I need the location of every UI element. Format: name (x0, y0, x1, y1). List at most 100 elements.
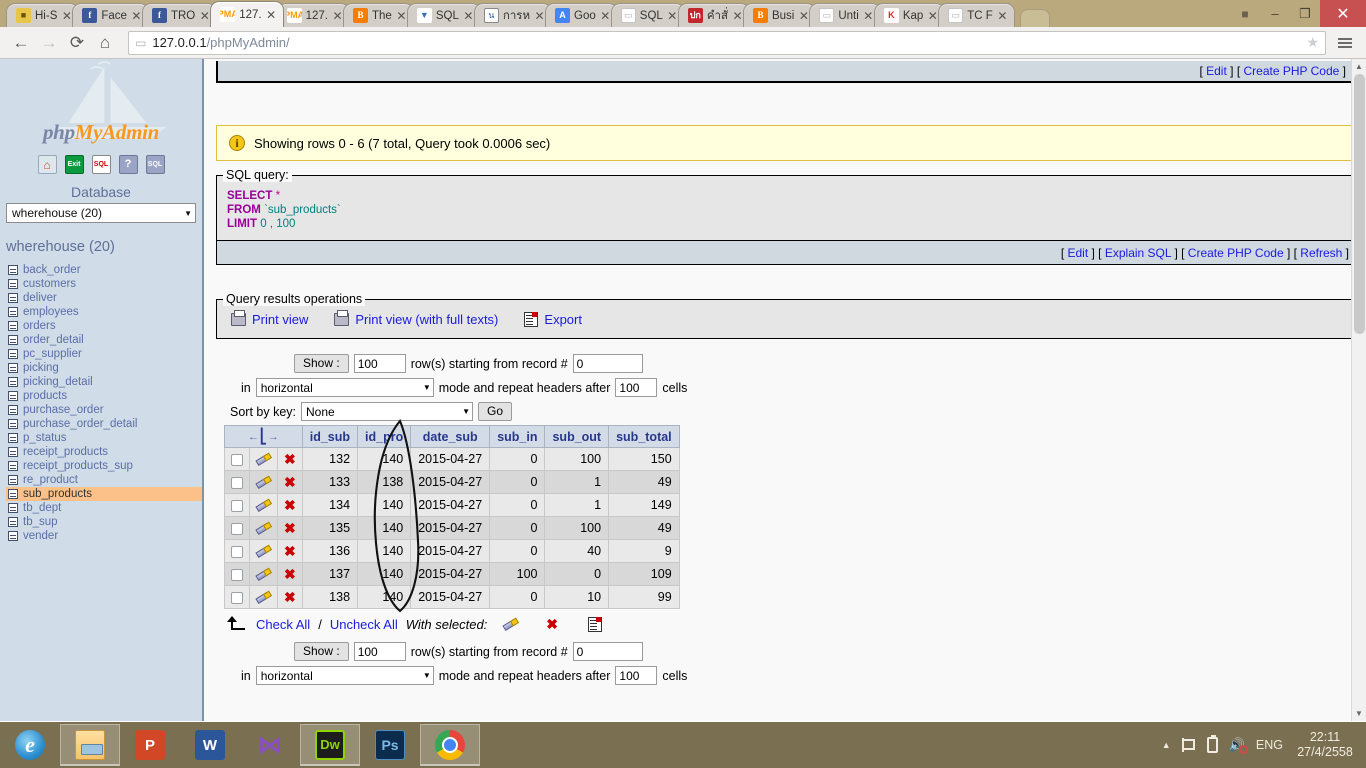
tab-close-icon[interactable]: ✕ (600, 10, 611, 22)
minimize-button[interactable]: – (1260, 3, 1290, 25)
browser-tab[interactable]: B The ✕ (343, 3, 414, 27)
table-link[interactable]: deliver (23, 292, 57, 304)
show-hidden-icons-icon[interactable]: ▲ (1162, 740, 1171, 750)
table-list-item[interactable]: back_order (6, 263, 202, 277)
row-checkbox[interactable] (231, 499, 243, 512)
tab-close-icon[interactable]: ✕ (863, 10, 874, 22)
delete-row-icon[interactable]: ✖ (284, 520, 296, 536)
row-edit-cell[interactable] (249, 493, 278, 517)
uncheck-all-link[interactable]: Uncheck All (330, 617, 398, 632)
browser-tab[interactable]: B Busi ✕ (742, 3, 817, 27)
table-list-item[interactable]: p_status (6, 431, 202, 445)
table-link[interactable]: sub_products (23, 488, 92, 500)
forward-icon[interactable]: → (36, 30, 62, 56)
row-delete-cell[interactable]: ✖ (277, 562, 303, 586)
table-list-item[interactable]: picking (6, 361, 202, 375)
reload-icon[interactable]: ⟳ (64, 30, 90, 56)
row-edit-cell[interactable] (249, 539, 278, 563)
table-row[interactable]: ✖ 137 140 2015-04-27 100 0 109 (224, 562, 680, 586)
table-link[interactable]: tb_sup (23, 516, 58, 528)
table-list-item[interactable]: orders (6, 319, 202, 333)
browser-tab[interactable]: ■ Hi-S ✕ (6, 3, 80, 27)
taskbar-item-movie-maker[interactable]: ⋈ (240, 724, 300, 766)
sort-controls-header[interactable]: ← ⎣ → (224, 425, 303, 448)
taskbar-item-word[interactable]: W (180, 724, 240, 766)
edit-selected-icon[interactable] (503, 618, 518, 631)
table-row[interactable]: ✖ 135 140 2015-04-27 0 100 49 (224, 516, 680, 540)
table-list-item[interactable]: order_detail (6, 333, 202, 347)
row-checkbox[interactable] (231, 453, 243, 466)
database-select[interactable]: wherehouse (20) ▼ (6, 203, 196, 223)
row-delete-cell[interactable]: ✖ (277, 539, 303, 563)
taskbar-item-internet-explorer[interactable]: e (0, 724, 60, 766)
show-button-bottom[interactable]: Show : (294, 642, 349, 661)
table-link[interactable]: order_detail (23, 334, 84, 346)
chrome-menu-icon[interactable] (1332, 30, 1358, 56)
delete-row-icon[interactable]: ✖ (284, 566, 296, 582)
tab-close-icon[interactable]: ✕ (927, 10, 938, 22)
table-link[interactable]: employees (23, 306, 79, 318)
edit-row-icon[interactable] (256, 545, 271, 558)
home-icon[interactable]: ⌂ (92, 30, 118, 56)
delete-row-icon[interactable]: ✖ (284, 451, 296, 467)
column-header-sub-out[interactable]: sub_out (544, 425, 610, 448)
tab-close-icon[interactable]: ✕ (131, 10, 142, 22)
tab-close-icon[interactable]: ✕ (266, 9, 277, 21)
column-header-date-sub[interactable]: date_sub (410, 425, 491, 448)
table-list-item[interactable]: re_product (6, 473, 202, 487)
table-list-item[interactable]: products (6, 389, 202, 403)
table-link[interactable]: p_status (23, 432, 66, 444)
mode-select-top[interactable]: horizontal ▼ (255, 378, 434, 397)
browser-tab[interactable]: ▼ SQL ✕ (406, 3, 481, 27)
table-link[interactable]: purchase_order_detail (23, 418, 137, 430)
volume-muted-icon[interactable]: 🔊 (1229, 738, 1248, 754)
row-delete-cell[interactable]: ✖ (277, 516, 303, 540)
taskbar-item-powerpoint[interactable]: P (120, 724, 180, 766)
tab-close-icon[interactable]: ✕ (732, 10, 743, 22)
column-header-id-pro[interactable]: id_pro (357, 425, 412, 448)
table-list-item[interactable]: employees (6, 305, 202, 319)
row-checkbox[interactable] (231, 522, 243, 535)
export-selected-icon[interactable] (588, 616, 603, 632)
row-checkbox-cell[interactable] (224, 470, 250, 494)
table-link[interactable]: receipt_products (23, 446, 108, 458)
delete-row-icon[interactable]: ✖ (284, 497, 296, 513)
delete-selected-icon[interactable]: ✖ (546, 617, 558, 631)
back-icon[interactable]: ← (8, 30, 34, 56)
print-view-action[interactable]: Print view (231, 309, 308, 327)
tab-close-icon[interactable]: ✕ (463, 10, 474, 22)
table-list-item[interactable]: picking_detail (6, 375, 202, 389)
row-edit-cell[interactable] (249, 516, 278, 540)
new-tab-button[interactable] (1019, 9, 1050, 27)
row-edit-cell[interactable] (249, 447, 278, 471)
row-checkbox-cell[interactable] (224, 516, 250, 540)
create-php-code-link[interactable]: Create PHP Code (1188, 246, 1284, 260)
row-delete-cell[interactable]: ✖ (277, 585, 303, 609)
row-delete-cell[interactable]: ✖ (277, 470, 303, 494)
table-list-item[interactable]: tb_dept (6, 501, 202, 515)
row-checkbox[interactable] (231, 591, 243, 604)
table-list-item[interactable]: receipt_products_sup (6, 459, 202, 473)
table-list-item[interactable]: customers (6, 277, 202, 291)
sql-query-icon[interactable]: SQL (91, 155, 111, 174)
taskbar-item-dreamweaver[interactable]: Dw (300, 724, 360, 766)
battery-icon[interactable] (1206, 735, 1218, 753)
tab-close-icon[interactable]: ✕ (199, 10, 210, 22)
table-link[interactable]: orders (23, 320, 56, 332)
row-checkbox[interactable] (231, 476, 243, 489)
table-list-item[interactable]: receipt_products (6, 445, 202, 459)
mode-select-bottom[interactable]: horizontal ▼ (255, 666, 434, 685)
table-list-item[interactable]: purchase_order_detail (6, 417, 202, 431)
browser-tab[interactable]: A Goo ✕ (545, 3, 618, 27)
tab-close-icon[interactable]: ✕ (396, 10, 407, 22)
tab-close-icon[interactable]: ✕ (534, 10, 545, 22)
show-button-top[interactable]: Show : (294, 354, 349, 373)
tab-close-icon[interactable]: ✕ (332, 10, 343, 22)
print-view-full-link[interactable]: Print view (with full texts) (355, 312, 498, 327)
table-row[interactable]: ✖ 134 140 2015-04-27 0 1 149 (224, 493, 680, 517)
table-list-item[interactable]: sub_products (6, 487, 202, 501)
row-edit-cell[interactable] (249, 585, 278, 609)
browser-tab[interactable]: ▭ Unti ✕ (809, 3, 881, 27)
edit-row-icon[interactable] (256, 568, 271, 581)
table-row[interactable]: ✖ 132 140 2015-04-27 0 100 150 (224, 447, 680, 471)
